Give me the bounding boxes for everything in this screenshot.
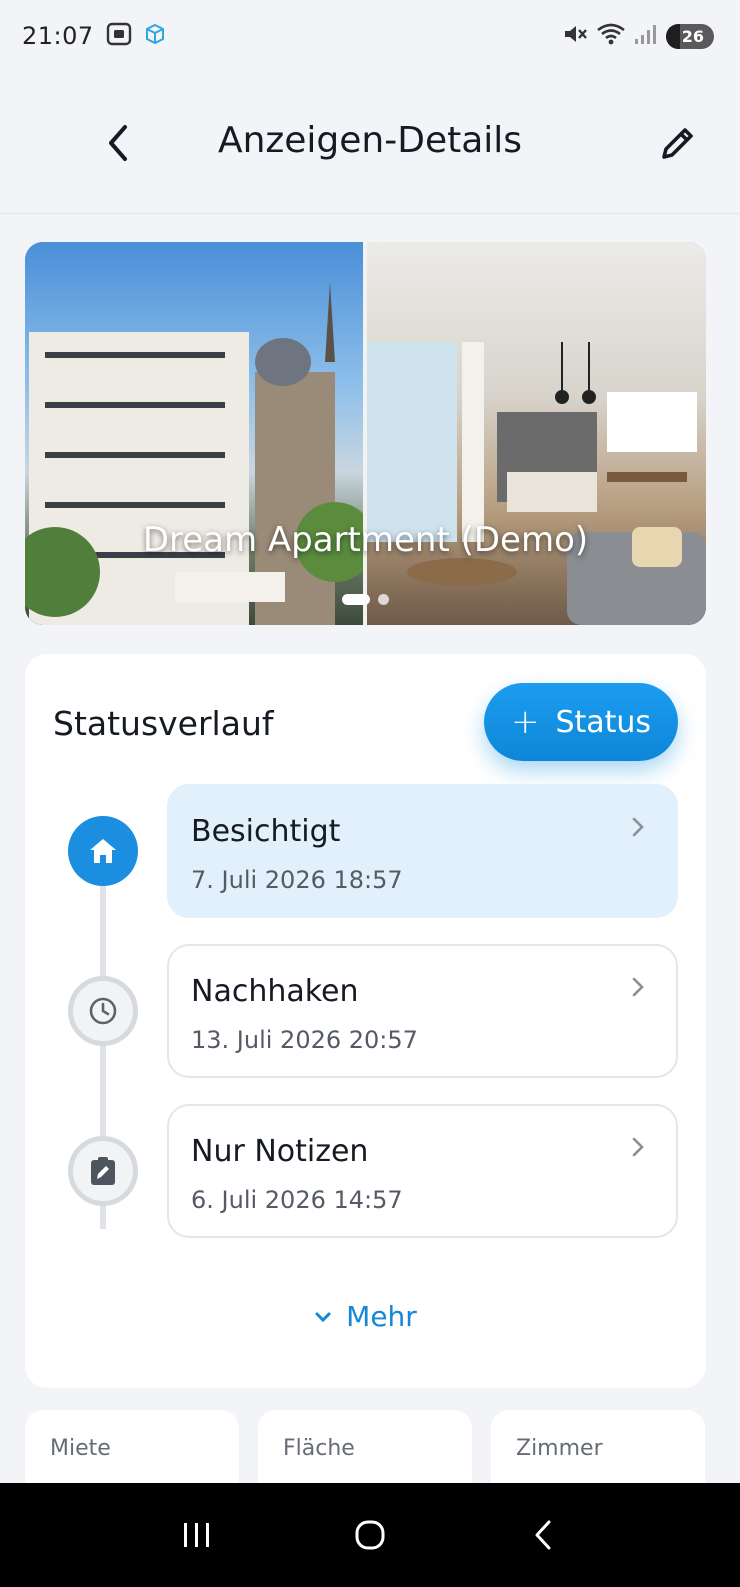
- chevron-right-icon: [632, 1137, 644, 1157]
- edit-button[interactable]: [656, 121, 700, 165]
- status-time: 21:07: [22, 22, 94, 50]
- listing-title: Dream Apartment (Demo): [142, 520, 589, 560]
- stat-label: Zimmer: [516, 1436, 603, 1461]
- status-entry-besichtigt[interactable]: Besichtigt 7. Juli 2026 18:57: [167, 784, 678, 918]
- back-button[interactable]: [96, 121, 140, 165]
- status-entry-label: Besichtigt: [191, 814, 341, 849]
- add-status-button[interactable]: + Status: [484, 683, 678, 761]
- building-photo: [25, 242, 375, 625]
- home-circle-icon: [355, 1520, 385, 1550]
- clock-icon: [89, 997, 117, 1025]
- show-more-button[interactable]: Mehr: [25, 1300, 706, 1333]
- signal-icon: [634, 23, 658, 49]
- status-bar: 21:07 26: [0, 0, 740, 72]
- status-history-title: Statusverlauf: [53, 704, 274, 743]
- chevron-down-icon: [315, 1312, 331, 1322]
- home-icon: [90, 839, 116, 863]
- status-entry-date: 13. Juli 2026 20:57: [191, 1026, 418, 1054]
- plus-icon: +: [510, 702, 540, 742]
- note-edit-icon: [91, 1157, 115, 1185]
- status-entry-label: Nur Notizen: [191, 1134, 369, 1169]
- cube-icon: [144, 23, 166, 49]
- battery-indicator: 26: [665, 23, 714, 49]
- add-status-label: Status: [555, 704, 652, 740]
- chevron-right-icon: [632, 977, 644, 997]
- mute-icon: [562, 22, 588, 50]
- system-back-button[interactable]: [513, 1505, 573, 1565]
- wifi-icon: [596, 22, 626, 50]
- status-entry-nachhaken[interactable]: Nachhaken 13. Juli 2026 20:57: [167, 944, 678, 1078]
- system-navigation-bar: [0, 1483, 740, 1587]
- pencil-icon: [662, 127, 693, 159]
- status-history-card: Statusverlauf + Status Besichtigt 7. Jul…: [25, 654, 706, 1388]
- status-entry-nur-notizen[interactable]: Nur Notizen 6. Juli 2026 14:57: [167, 1104, 678, 1238]
- chevron-right-icon: [632, 817, 644, 837]
- timeline-node-home: [68, 816, 138, 886]
- listing-image-carousel[interactable]: Dream Apartment (Demo): [25, 242, 706, 625]
- top-app-bar: Anzeigen-Details: [0, 72, 740, 214]
- carousel-dot[interactable]: [378, 594, 389, 605]
- arrow-back-icon: [109, 124, 127, 161]
- recent-apps-button[interactable]: [167, 1505, 227, 1565]
- recents-icon: [183, 1523, 209, 1547]
- status-entry-date: 6. Juli 2026 14:57: [191, 1186, 403, 1214]
- carousel-dot-active[interactable]: [342, 594, 370, 605]
- status-entry-date: 7. Juli 2026 18:57: [191, 866, 403, 894]
- timeline-node-clock: [68, 976, 138, 1046]
- status-entry-label: Nachhaken: [191, 974, 359, 1009]
- show-more-label: Mehr: [346, 1300, 417, 1333]
- carousel-indicator: [25, 594, 706, 605]
- interior-photo: [367, 242, 706, 625]
- back-arrow-icon: [535, 1520, 551, 1550]
- screenshot-icon: [106, 22, 132, 50]
- home-button[interactable]: [340, 1505, 400, 1565]
- stat-label: Miete: [50, 1436, 111, 1461]
- timeline-node-notes: [68, 1136, 138, 1206]
- stat-label: Fläche: [283, 1436, 355, 1461]
